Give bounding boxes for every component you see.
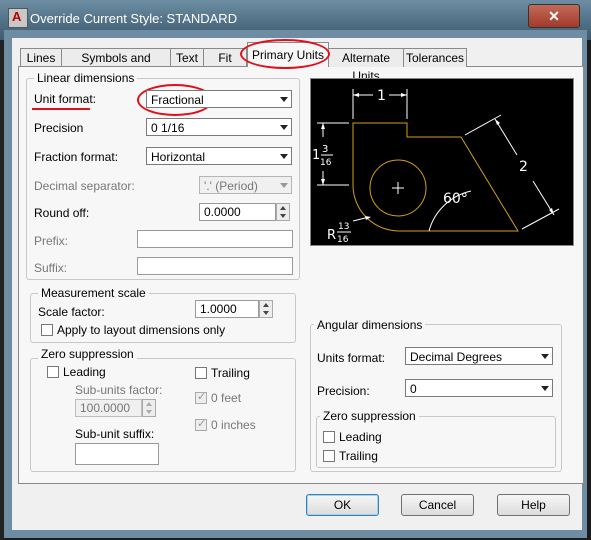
window-title: Override Current Style: STANDARD <box>30 11 238 26</box>
measurement-scale-legend: Measurement scale <box>38 286 149 300</box>
preview-arrowhead <box>353 93 359 97</box>
unit-format-label: Unit format: <box>34 92 97 106</box>
checkmark-icon: ✓ <box>197 391 207 403</box>
angular-zero-suppression-legend: Zero suppression <box>320 409 419 423</box>
preview-ext-line <box>521 208 560 230</box>
arrow-up-icon <box>146 402 152 406</box>
zero-inches-label: 0 inches <box>211 418 256 432</box>
zero-suppression-legend: Zero suppression <box>38 347 137 361</box>
sub-unit-suffix-label: Sub-unit suffix: <box>75 427 155 441</box>
angular-units-format-select[interactable]: Decimal Degrees <box>405 347 553 365</box>
chevron-down-icon <box>280 154 288 159</box>
zero-inches-checkbox[interactable]: ✓ <box>195 418 207 431</box>
zero-feet-checkbox[interactable]: ✓ <box>195 391 207 404</box>
sub-unit-suffix-input[interactable] <box>75 443 159 465</box>
apply-layout-checkbox[interactable] <box>41 324 53 336</box>
tab-tolerances[interactable]: Tolerances <box>403 48 467 67</box>
round-off-label: Round off: <box>34 206 90 220</box>
scale-factor-input[interactable]: 1.0000 <box>195 300 259 318</box>
unit-format-select[interactable]: Fractional <box>146 90 292 108</box>
preview-dim-left-num: 3 <box>322 144 328 155</box>
prefix-label: Prefix: <box>34 234 69 248</box>
leading-label: Leading <box>63 365 106 379</box>
drawing-area-edge <box>0 40 4 540</box>
arrow-down-icon <box>263 311 269 315</box>
angular-leading-checkbox[interactable] <box>323 431 335 443</box>
preview-dim-left-den: 16 <box>320 158 332 168</box>
angular-trailing-checkbox[interactable] <box>323 450 335 462</box>
tab-alternate-units[interactable]: Alternate Units <box>328 48 404 83</box>
chevron-down-icon <box>541 386 549 391</box>
sub-units-factor-label: Sub-units factor: <box>75 383 163 397</box>
linear-dimensions-legend: Linear dimensions <box>34 71 138 85</box>
angular-precision-select[interactable]: 0 <box>405 379 553 397</box>
chevron-down-icon <box>280 97 288 102</box>
prefix-input[interactable] <box>137 230 293 248</box>
preview-arrowhead <box>321 123 325 129</box>
tab-text[interactable]: Text <box>170 48 204 67</box>
trailing-checkbox[interactable] <box>195 367 207 379</box>
fraction-format-select[interactable]: Horizontal <box>146 147 292 165</box>
chevron-down-icon <box>280 125 288 130</box>
arrow-up-icon <box>280 206 286 210</box>
decimal-separator-select[interactable]: '.' (Period) <box>199 176 292 194</box>
preview-arrowhead <box>401 93 407 97</box>
round-off-spinner[interactable] <box>276 203 290 221</box>
apply-layout-label: Apply to layout dimensions only <box>57 323 226 337</box>
help-button[interactable]: Help <box>497 494 570 516</box>
tab-lines[interactable]: Lines <box>20 48 62 67</box>
preview-part-outline <box>352 122 519 232</box>
angular-trailing-label: Trailing <box>339 449 378 463</box>
sub-units-factor-spinner[interactable] <box>142 399 156 417</box>
preview-arrowhead <box>321 179 325 185</box>
autocad-app-icon: A <box>8 8 28 28</box>
angular-dimensions-legend: Angular dimensions <box>314 318 426 332</box>
leading-checkbox[interactable] <box>47 366 59 378</box>
close-icon: ✕ <box>548 8 560 24</box>
angular-leading-label: Leading <box>339 430 382 444</box>
preview-dim-angle: 60° <box>443 191 468 207</box>
preview-dim-radius-prefix: R <box>327 228 336 243</box>
angular-precision-label: Precision: <box>317 384 370 398</box>
arrow-down-icon <box>280 214 286 218</box>
trailing-label: Trailing <box>211 366 250 380</box>
tab-symbols-and-arrows[interactable]: Symbols and Arrows <box>61 48 171 83</box>
zero-feet-label: 0 feet <box>211 391 242 405</box>
checkmark-icon: ✓ <box>197 418 207 430</box>
scale-factor-spinner[interactable] <box>259 300 273 318</box>
chevron-down-icon <box>280 183 288 188</box>
suffix-input[interactable] <box>137 257 293 275</box>
angular-units-format-label: Units format: <box>317 351 386 365</box>
decimal-separator-label: Decimal separator: <box>34 179 135 193</box>
fraction-format-label: Fraction format: <box>34 150 119 164</box>
preview-ext-line <box>464 114 502 136</box>
sub-units-factor-input[interactable]: 100.0000 <box>75 399 142 417</box>
dimension-preview: 1 1 3 16 2 60° R 13 16 <box>310 78 574 246</box>
round-off-input[interactable]: 0.0000 <box>199 203 276 221</box>
preview-dim-top: 1 <box>377 88 386 104</box>
scale-factor-label: Scale factor: <box>38 305 105 319</box>
preview-dim-line-right <box>494 118 518 156</box>
suffix-label: Suffix: <box>34 261 68 275</box>
preview-dim-radius-den: 16 <box>337 235 349 245</box>
precision-select[interactable]: 0 1/16 <box>146 118 292 136</box>
precision-label: Precision <box>34 121 84 135</box>
chevron-down-icon <box>541 354 549 359</box>
close-button[interactable]: ✕ <box>528 4 580 28</box>
cancel-button[interactable]: Cancel <box>401 494 474 516</box>
preview-arrowhead <box>495 119 500 125</box>
preview-dim-radius-num: 13 <box>338 222 349 232</box>
preview-drawing: 1 1 3 16 2 60° R 13 16 <box>312 88 560 245</box>
arrow-down-icon <box>146 410 152 414</box>
annotation-oval-primary-units <box>240 39 330 69</box>
preview-dim-right: 2 <box>519 159 528 175</box>
ok-button[interactable]: OK <box>306 494 379 516</box>
arrow-up-icon <box>263 303 269 307</box>
